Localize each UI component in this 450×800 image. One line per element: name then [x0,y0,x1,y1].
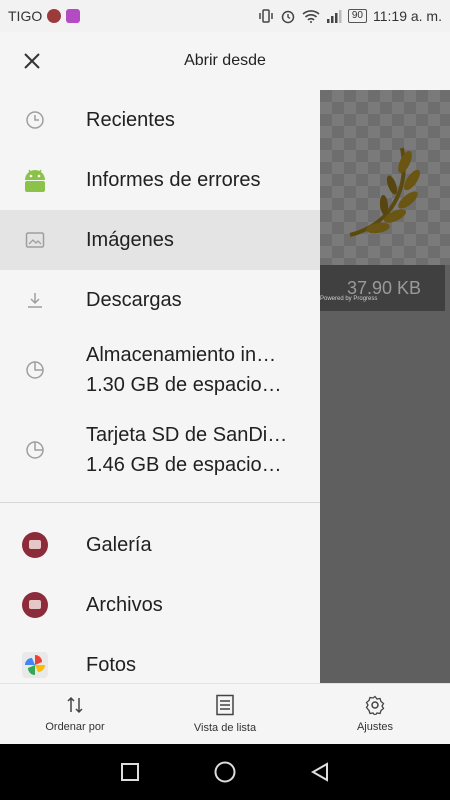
status-bar: TIGO 90 11:19 a. m. [0,0,450,32]
drawer-item-descargas[interactable]: Descargas [0,270,320,330]
drawer-item-recientes[interactable]: Recientes [0,90,320,150]
sort-button[interactable]: Ordenar por [0,684,150,744]
gallery-app-icon [22,532,48,558]
drawer-item-imagenes[interactable]: Imágenes [0,210,320,270]
sd-card-title: Tarjeta SD de SanDi… [86,424,288,446]
wifi-icon [302,10,320,23]
settings-button[interactable]: Ajustes [300,684,450,744]
drawer-item-label: Descargas [86,289,182,311]
image-icon [22,227,48,253]
drawer-item-informes-de-errores[interactable]: Informes de errores [0,150,320,210]
storage-title: Almacenamiento in… [86,344,277,366]
drawer-item-label: Archivos [86,594,163,616]
sort-label: Ordenar por [45,721,105,733]
drawer-item-label: Imágenes [86,229,174,251]
files-app-icon [22,592,48,618]
gallery-notification-icon [66,9,81,23]
sd-card-icon [22,437,48,463]
sd-card-free-space: 1.46 GB de espacio… [86,454,282,476]
download-icon [22,287,48,313]
alarm-icon [281,10,295,24]
back-button[interactable] [309,761,331,783]
drawer-item-almacenamiento-interno[interactable]: Almacenamiento in… 1.30 GB de espacio… [0,330,320,410]
close-button[interactable] [0,32,64,90]
clock-time: 11:19 a. m. [372,8,442,24]
storage-icon [22,357,48,383]
drawer-divider [0,502,320,503]
drawer-item-label: Tarjeta SD de SanDi… 1.46 GB de espacio… [86,420,308,480]
dialog-header: Abrir desde [0,32,450,90]
status-right: 90 11:19 a. m. [258,8,442,24]
drawer-item-label: Recientes [86,109,175,131]
clock-icon [22,107,48,133]
close-icon [24,53,40,69]
drawer-item-label: Almacenamiento in… 1.30 GB de espacio… [86,340,308,400]
powered-by-label: Powered by Progress [320,296,378,302]
drawer-item-archivos[interactable]: Archivos [0,575,320,635]
drawer-item-label: Galería [86,534,152,556]
vibrate-icon [259,9,273,23]
drawer-item-galeria[interactable]: Galería [0,515,320,575]
recents-button[interactable] [119,761,141,783]
storage-free-space: 1.30 GB de espacio… [86,374,282,396]
list-view-icon [216,694,234,716]
list-view-label: Vista de lista [193,722,257,734]
navigation-drawer: Recientes Informes de errores Imágenes D… [0,90,320,683]
system-navigation-bar [0,744,450,800]
bottom-toolbar: Ordenar por Vista de lista Ajustes [0,683,450,744]
laurel-image [349,147,421,237]
settings-label: Ajustes [356,721,394,733]
drawer-item-fotos[interactable]: Fotos [0,635,320,683]
list-view-button[interactable]: Vista de lista [150,684,300,744]
photos-app-icon [22,652,48,678]
drawer-item-tarjeta-sd[interactable]: Tarjeta SD de SanDi… 1.46 GB de espacio… [0,410,320,490]
notification-app-icon [47,9,62,23]
android-icon [22,167,48,193]
sort-icon [67,696,83,714]
carrier-label: TIGO [8,8,43,24]
signal-icon [326,10,342,23]
battery-level: 90 [347,9,367,23]
page-title: Abrir desde [184,52,266,69]
background-preview: 37.90 KB Powered by Progress [320,90,450,683]
status-left: TIGO [8,8,81,24]
gear-icon [365,695,385,715]
file-size-label: 37.90 KB [320,265,445,311]
drawer-item-label: Fotos [86,654,137,676]
image-thumbnail [320,90,450,265]
home-button[interactable] [213,760,237,784]
drawer-item-label: Informes de errores [86,169,261,191]
